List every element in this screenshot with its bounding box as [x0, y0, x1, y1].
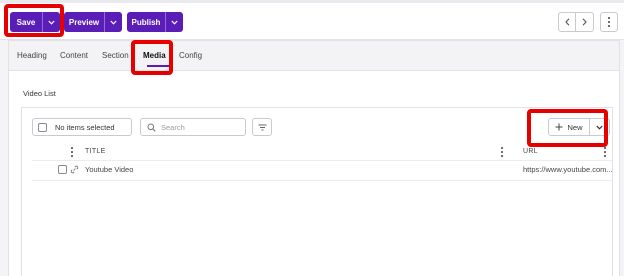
tab-bar: Heading Content Section Media Config: [9, 41, 619, 71]
preview-button[interactable]: Preview: [64, 18, 104, 27]
chevron-left-icon: [564, 13, 570, 31]
next-button[interactable]: [576, 12, 594, 32]
tab-heading[interactable]: Heading: [17, 51, 47, 60]
search-input[interactable]: Search: [140, 118, 246, 136]
previous-button[interactable]: [558, 12, 576, 32]
row-divider: [32, 180, 612, 181]
selection-status: No items selected: [55, 122, 115, 132]
more-vertical-icon: [606, 17, 612, 27]
chevron-down-icon[interactable]: [166, 20, 183, 25]
chevron-right-icon: [582, 13, 587, 31]
filter-icon: [258, 124, 267, 131]
url-column-menu-icon[interactable]: [602, 147, 608, 157]
preview-split-button[interactable]: Preview: [64, 12, 122, 32]
tab-content[interactable]: Content: [60, 51, 88, 60]
title-column-menu-icon[interactable]: [499, 147, 505, 157]
save-button-highlight: [4, 4, 64, 37]
row-title[interactable]: Youtube Video: [85, 165, 133, 174]
tab-config[interactable]: Config: [179, 51, 202, 60]
search-icon: [147, 123, 156, 132]
tab-section[interactable]: Section: [102, 51, 129, 60]
search-placeholder: Search: [161, 122, 185, 132]
video-list-card: No items selected Search New TITLE URL Y…: [21, 107, 613, 276]
link-icon: [70, 165, 79, 174]
top-divider: [0, 0, 624, 3]
chevron-down-icon[interactable]: [105, 20, 122, 25]
selection-box[interactable]: No items selected: [32, 118, 132, 136]
column-header-url[interactable]: URL: [523, 148, 538, 155]
new-button-highlight: [527, 109, 608, 147]
more-options-button[interactable]: [600, 12, 618, 32]
section-title: Video List: [23, 89, 56, 98]
editor-panel: Heading Content Section Media Config Vid…: [8, 40, 620, 276]
publish-split-button[interactable]: Publish: [127, 12, 183, 32]
row-options-header-icon[interactable]: [69, 147, 75, 157]
select-all-checkbox[interactable]: [38, 122, 47, 132]
row-url: https://www.youtube.com...: [523, 165, 613, 174]
media-tab-highlight: [131, 40, 173, 75]
top-toolbar: Save Preview Publish: [0, 0, 624, 40]
publish-button[interactable]: Publish: [127, 18, 165, 27]
row-checkbox[interactable]: [58, 165, 67, 174]
header-divider: [32, 160, 612, 161]
filter-button[interactable]: [252, 118, 272, 136]
column-header-title[interactable]: TITLE: [85, 148, 106, 155]
